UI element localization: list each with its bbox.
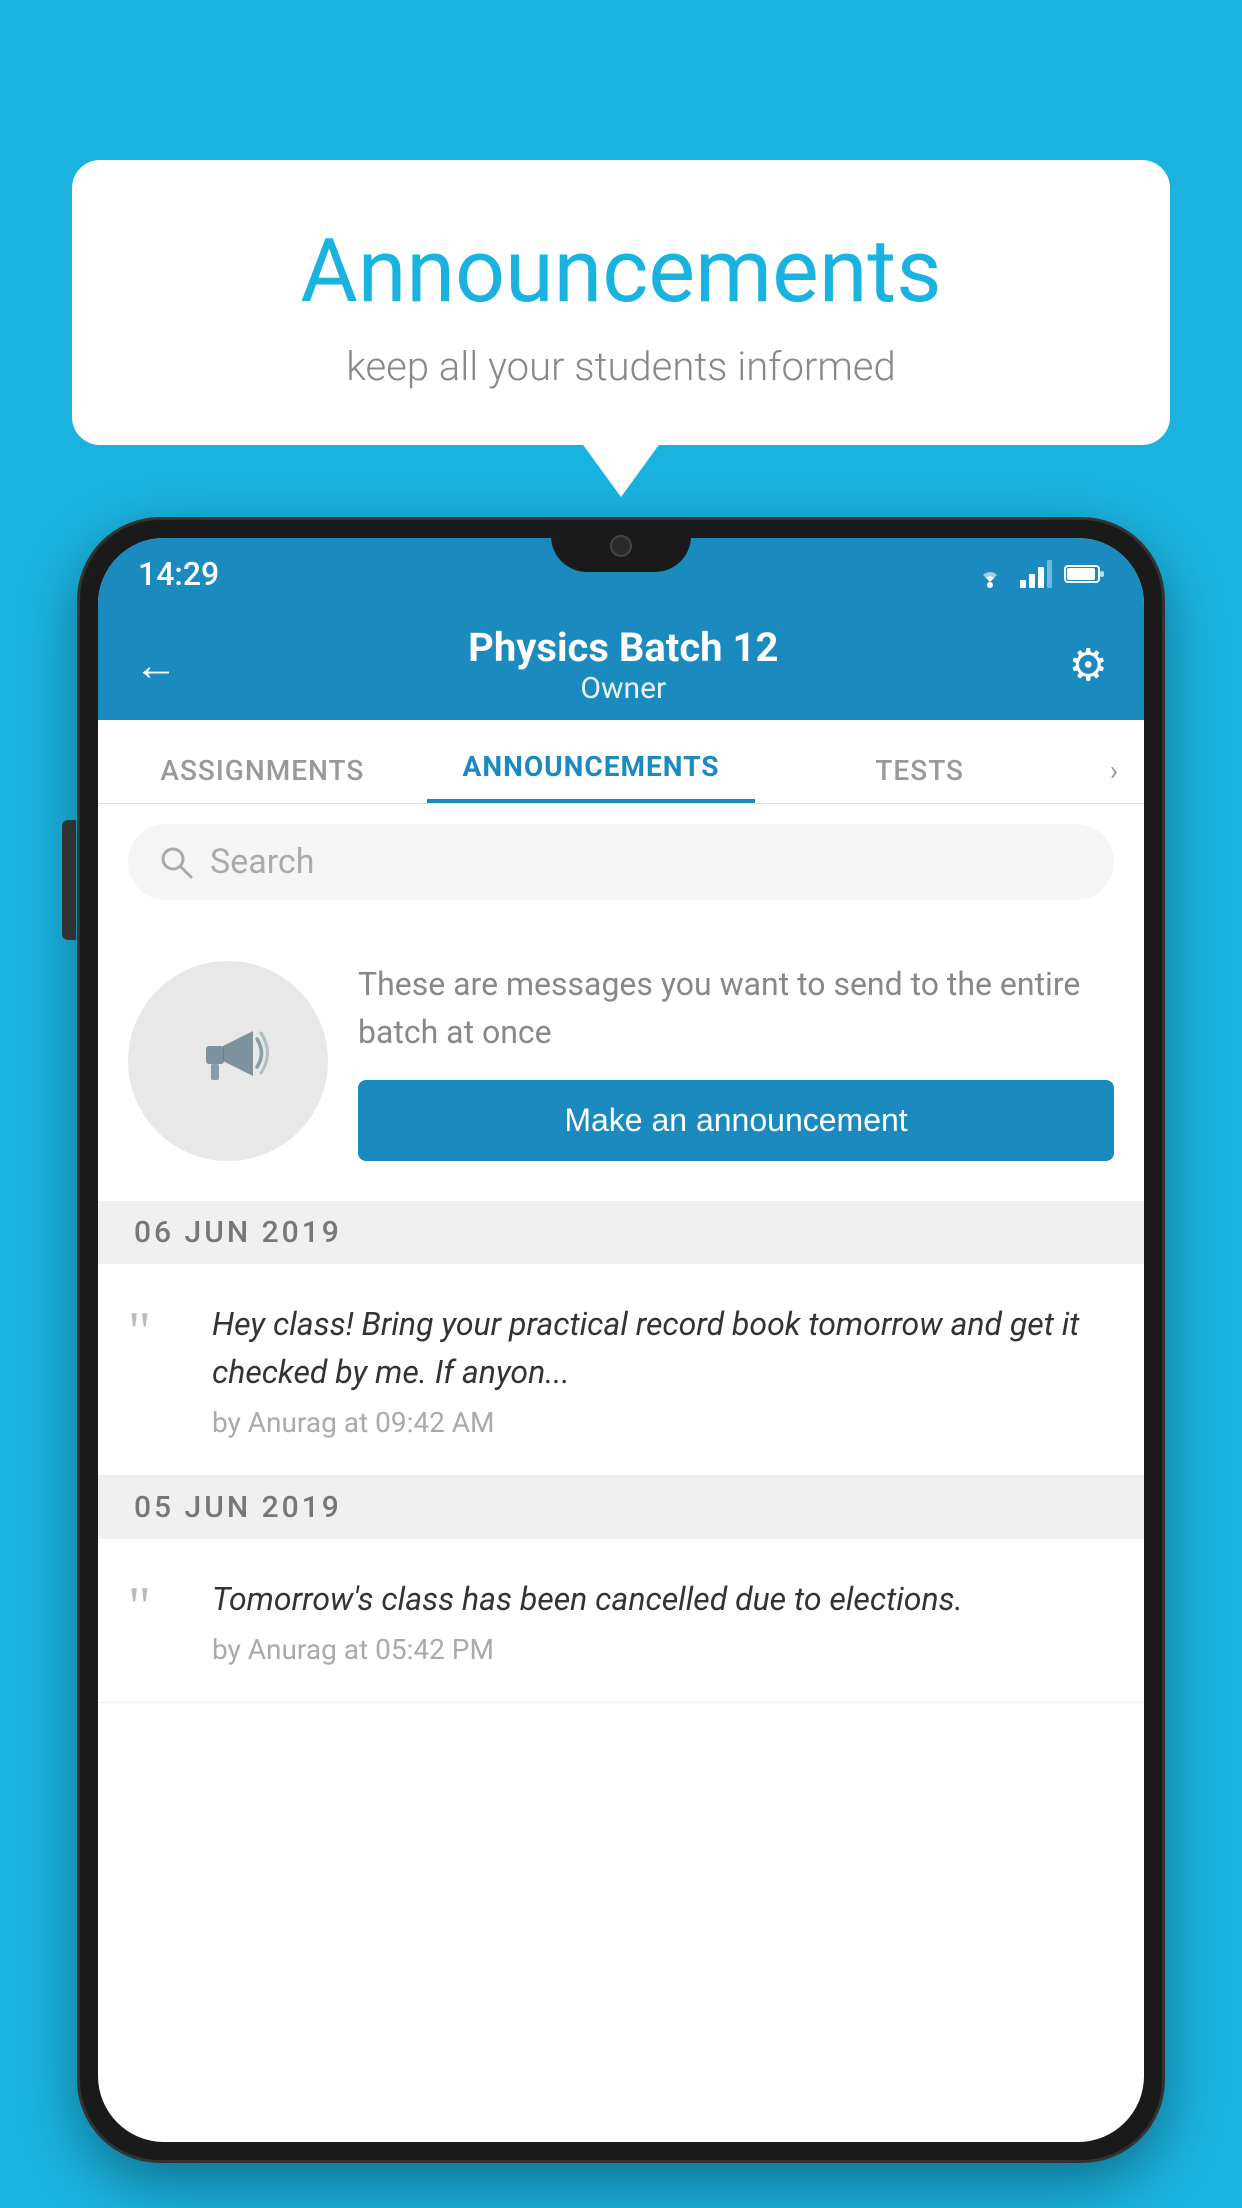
announcement-text-2: Tomorrow's class has been cancelled due …: [212, 1575, 1114, 1623]
wifi-icon: [972, 560, 1008, 588]
quote-icon-2: ": [128, 1579, 188, 1635]
phone-notch: [551, 520, 691, 572]
app-bar-center: Physics Batch 12 Owner: [468, 624, 778, 706]
announcement-right: These are messages you want to send to t…: [358, 960, 1114, 1161]
tabs-bar: ASSIGNMENTS ANNOUNCEMENTS TESTS ›: [98, 720, 1144, 804]
front-camera: [610, 535, 632, 557]
phone-outer: 14:29: [80, 520, 1162, 2160]
speech-bubble-subtitle: keep all your students informed: [132, 343, 1110, 390]
phone-screen: 14:29: [98, 538, 1144, 2142]
app-bar-subtitle: Owner: [468, 671, 778, 706]
megaphone-icon: [178, 1011, 278, 1111]
announcement-item-1[interactable]: " Hey class! Bring your practical record…: [98, 1264, 1144, 1476]
announcement-info-section: These are messages you want to send to t…: [98, 920, 1144, 1201]
signal-icon: [1020, 560, 1052, 588]
battery-icon: [1064, 562, 1104, 586]
status-time: 14:29: [138, 555, 219, 593]
announcement-text-1: Hey class! Bring your practical record b…: [212, 1300, 1114, 1396]
announcement-content-1: Hey class! Bring your practical record b…: [212, 1300, 1114, 1439]
announcement-meta-1: by Anurag at 09:42 AM: [212, 1406, 1114, 1439]
tab-more[interactable]: ›: [1084, 754, 1144, 803]
search-placeholder: Search: [210, 842, 314, 882]
search-container: Search: [98, 804, 1144, 920]
date-divider-2: 05 JUN 2019: [98, 1476, 1144, 1539]
date-divider-1: 06 JUN 2019: [98, 1201, 1144, 1264]
announcement-content-2: Tomorrow's class has been cancelled due …: [212, 1575, 1114, 1666]
app-bar-title: Physics Batch 12: [468, 624, 778, 671]
quote-icon-1: ": [128, 1304, 188, 1360]
speech-bubble-title: Announcements: [132, 220, 1110, 323]
announcement-meta-2: by Anurag at 05:42 PM: [212, 1633, 1114, 1666]
tab-announcements[interactable]: ANNOUNCEMENTS: [427, 750, 756, 803]
announcement-description: These are messages you want to send to t…: [358, 960, 1114, 1056]
tab-tests[interactable]: TESTS: [755, 754, 1084, 803]
speech-bubble: Announcements keep all your students inf…: [72, 160, 1170, 445]
megaphone-circle: [128, 961, 328, 1161]
search-icon: [158, 844, 194, 880]
search-box[interactable]: Search: [128, 824, 1114, 900]
make-announcement-button[interactable]: Make an announcement: [358, 1080, 1114, 1161]
app-bar: ← Physics Batch 12 Owner ⚙: [98, 610, 1144, 720]
back-button[interactable]: ←: [134, 639, 178, 691]
status-icons: [972, 560, 1104, 588]
tab-assignments[interactable]: ASSIGNMENTS: [98, 754, 427, 803]
settings-icon[interactable]: ⚙: [1069, 639, 1108, 691]
announcement-item-2[interactable]: " Tomorrow's class has been cancelled du…: [98, 1539, 1144, 1703]
phone-wrapper: 14:29: [80, 520, 1162, 2208]
